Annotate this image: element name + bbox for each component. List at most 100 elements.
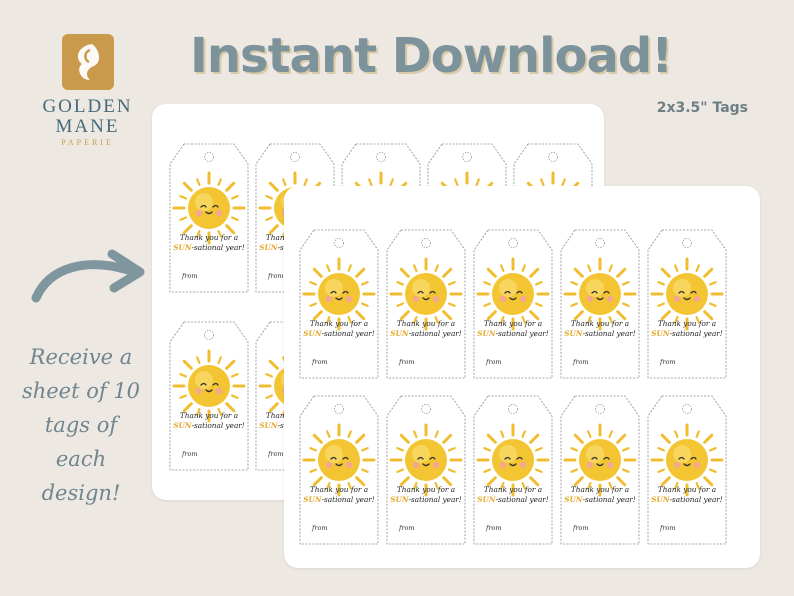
tag-from-label: from	[312, 358, 328, 366]
tag-sun-word: SUN	[390, 495, 409, 504]
side-note-line: design!	[41, 481, 121, 505]
tag-message: Thank you for a SUN-sational year!	[168, 411, 250, 431]
tag-sun-word: SUN	[564, 495, 583, 504]
tag-message-line2-rest: -sational year!	[191, 421, 245, 430]
gift-tag: Thank you for a SUN-sational year! from	[646, 394, 728, 546]
tag-message-line1: Thank you for a	[396, 485, 456, 494]
tag-message: Thank you for a SUN-sational year!	[298, 485, 380, 505]
gift-tag: Thank you for a SUN-sational year! from	[559, 394, 641, 546]
gift-tag: Thank you for a SUN-sational year! from	[646, 228, 728, 380]
tag-message-line2: SUN-sational year!	[472, 329, 554, 339]
tag-sun-word: SUN	[390, 329, 409, 338]
tag-message: Thank you for a SUN-sational year!	[168, 233, 250, 253]
tag-message: Thank you for a SUN-sational year!	[559, 319, 641, 339]
tag-from-label: from	[486, 358, 502, 366]
tag-message: Thank you for a SUN-sational year!	[646, 319, 728, 339]
tag-message-line1: Thank you for a	[483, 485, 543, 494]
tag-sun-word: SUN	[303, 329, 322, 338]
tag-message-line2: SUN-sational year!	[298, 495, 380, 505]
tag-message-line2-rest: -sational year!	[321, 329, 375, 338]
tag-message-line1: Thank you for a	[309, 485, 369, 494]
curved-arrow-icon	[28, 236, 148, 311]
tag-message: Thank you for a SUN-sational year!	[385, 485, 467, 505]
tag-from-label: from	[573, 358, 589, 366]
tag-sun-word: SUN	[303, 495, 322, 504]
front-sheet: Thank you for a SUN-sational year! from …	[284, 186, 760, 568]
tag-message-line2: SUN-sational year!	[298, 329, 380, 339]
tag-from-label: from	[399, 524, 415, 532]
tag-message-line2: SUN-sational year!	[559, 329, 641, 339]
tag-from-label: from	[399, 358, 415, 366]
tag-from-label: from	[486, 524, 502, 532]
brand-name-line3: PAPERIE	[61, 138, 114, 147]
tag-from-label: from	[312, 524, 328, 532]
tag-from-label: from	[660, 524, 676, 532]
tag-sun-word: SUN	[651, 329, 670, 338]
brand-name-line1: GOLDEN	[42, 96, 133, 117]
tag-message-line2-rest: -sational year!	[669, 329, 723, 338]
tag-message-line2: SUN-sational year!	[385, 495, 467, 505]
gift-tag: Thank you for a SUN-sational year! from	[385, 394, 467, 546]
tag-message-line2: SUN-sational year!	[168, 421, 250, 431]
tag-message: Thank you for a SUN-sational year!	[472, 319, 554, 339]
side-note-line: sheet of 10	[21, 379, 141, 403]
tag-sun-word: SUN	[477, 329, 496, 338]
tag-sun-word: SUN	[259, 421, 278, 430]
side-note: Receive a sheet of 10 tags of each desig…	[16, 340, 146, 510]
tag-message-line2-rest: -sational year!	[408, 495, 462, 504]
tag-from-label: from	[182, 272, 198, 280]
tag-message-line1: Thank you for a	[483, 319, 543, 328]
tag-message: Thank you for a SUN-sational year!	[559, 485, 641, 505]
tag-sun-word: SUN	[173, 421, 192, 430]
gift-tag: Thank you for a SUN-sational year! from	[168, 142, 250, 294]
tag-from-label: from	[660, 358, 676, 366]
tag-message-line1: Thank you for a	[179, 411, 239, 420]
side-note-line: each	[55, 447, 107, 471]
golden-mane-logo-icon	[61, 34, 114, 90]
brand-logo: GOLDEN MANE PAPERIE	[40, 34, 135, 147]
gift-tag: Thank you for a SUN-sational year! from	[385, 228, 467, 380]
tag-message-line1: Thank you for a	[657, 485, 717, 494]
tag-grid: Thank you for a SUN-sational year! from …	[284, 186, 760, 568]
gift-tag: Thank you for a SUN-sational year! from	[298, 228, 380, 380]
gift-tag: Thank you for a SUN-sational year! from	[472, 228, 554, 380]
tag-message-line2-rest: -sational year!	[669, 495, 723, 504]
tag-message: Thank you for a SUN-sational year!	[472, 485, 554, 505]
tag-message-line2-rest: -sational year!	[191, 243, 245, 252]
tag-message: Thank you for a SUN-sational year!	[385, 319, 467, 339]
tag-message-line1: Thank you for a	[179, 233, 239, 242]
tag-message-line1: Thank you for a	[396, 319, 456, 328]
tag-message-line2-rest: -sational year!	[321, 495, 375, 504]
tag-message-line2: SUN-sational year!	[646, 495, 728, 505]
tag-message-line2: SUN-sational year!	[168, 243, 250, 253]
tag-message: Thank you for a SUN-sational year!	[646, 485, 728, 505]
tag-from-label: from	[268, 272, 284, 280]
gift-tag: Thank you for a SUN-sational year! from	[472, 394, 554, 546]
tag-message-line2: SUN-sational year!	[646, 329, 728, 339]
side-note-line: Receive a	[29, 345, 133, 369]
gift-tag: Thank you for a SUN-sational year! from	[559, 228, 641, 380]
tag-from-label: from	[268, 450, 284, 458]
tag-sun-word: SUN	[564, 329, 583, 338]
tag-message-line1: Thank you for a	[570, 319, 630, 328]
tag-sun-word: SUN	[651, 495, 670, 504]
subheadline: 2x3.5" Tags	[656, 100, 748, 116]
tag-message-line2: SUN-sational year!	[472, 495, 554, 505]
tag-sun-word: SUN	[173, 243, 192, 252]
headline: Instant Download!	[190, 28, 673, 84]
tag-message-line2-rest: -sational year!	[495, 495, 549, 504]
tag-message: Thank you for a SUN-sational year!	[298, 319, 380, 339]
tag-message-line2-rest: -sational year!	[408, 329, 462, 338]
tag-message-line2-rest: -sational year!	[582, 495, 636, 504]
gift-tag: Thank you for a SUN-sational year! from	[168, 320, 250, 472]
tag-message-line2-rest: -sational year!	[495, 329, 549, 338]
tag-message-line2: SUN-sational year!	[385, 329, 467, 339]
tag-sun-word: SUN	[259, 243, 278, 252]
tag-message-line1: Thank you for a	[657, 319, 717, 328]
gift-tag: Thank you for a SUN-sational year! from	[298, 394, 380, 546]
tag-sun-word: SUN	[477, 495, 496, 504]
tag-message-line1: Thank you for a	[570, 485, 630, 494]
brand-name-line2: MANE	[55, 116, 120, 137]
tag-from-label: from	[573, 524, 589, 532]
tag-message-line2: SUN-sational year!	[559, 495, 641, 505]
